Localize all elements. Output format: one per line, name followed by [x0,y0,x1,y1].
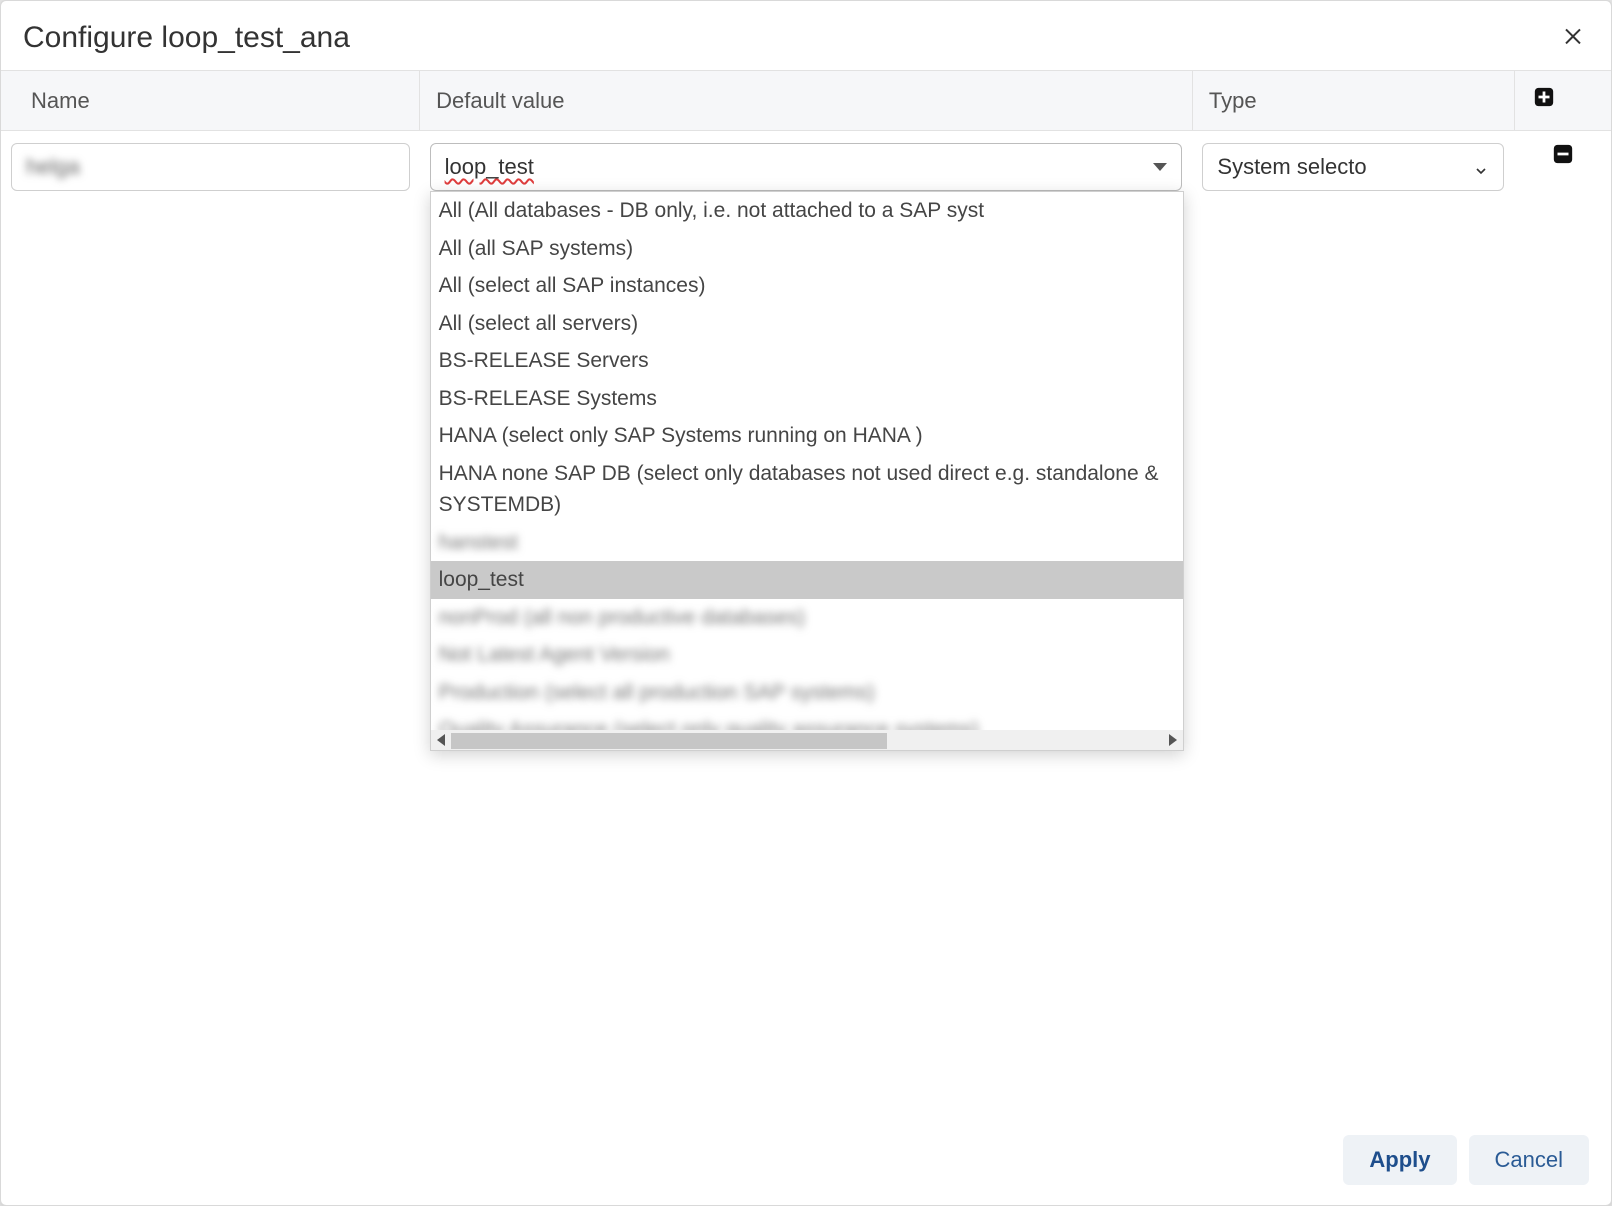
type-select[interactable]: System selecto [1202,143,1504,191]
col-header-name: Name [1,71,420,131]
caret-down-icon [1153,163,1167,171]
dropdown-item[interactable]: All (all SAP systems) [431,230,1184,268]
close-icon [1561,22,1585,53]
dropdown-item[interactable]: Production (select all production SAP sy… [431,674,1184,712]
dropdown-item[interactable]: All (All databases - DB only, i.e. not a… [431,192,1184,230]
minus-icon [1552,143,1574,170]
plus-icon [1533,86,1555,114]
dropdown-item[interactable]: BS-RELEASE Systems [431,380,1184,418]
scroll-left-icon [437,734,445,746]
dropdown-item[interactable]: nonProd (all non productive databases) [431,599,1184,637]
remove-row-button[interactable] [1550,143,1576,169]
col-header-default: Default value [420,71,1193,131]
apply-button[interactable]: Apply [1343,1135,1456,1185]
dropdown-item[interactable]: All (select all servers) [431,305,1184,343]
name-input-wrap[interactable] [11,143,410,191]
chevron-down-icon [1473,159,1489,175]
type-select-text: System selecto [1217,154,1366,180]
name-input[interactable] [26,154,395,180]
dialog-title: Configure loop_test_ana [23,21,350,55]
default-value-dropdown: All (All databases - DB only, i.e. not a… [430,191,1185,751]
dialog-footer: Apply Cancel [1,1121,1611,1205]
dropdown-item[interactable]: hanstest [431,524,1184,562]
table-row: loop_test All (All databases - DB only, … [1,131,1611,204]
dropdown-item[interactable]: HANA (select only SAP Systems running on… [431,417,1184,455]
cancel-button[interactable]: Cancel [1469,1135,1589,1185]
dropdown-horizontal-scrollbar[interactable] [431,730,1184,750]
dropdown-item[interactable]: HANA none SAP DB (select only databases … [431,455,1184,524]
configure-dialog: Configure loop_test_ana Name Default val… [0,0,1612,1206]
dropdown-item[interactable]: BS-RELEASE Servers [431,342,1184,380]
add-row-button[interactable] [1531,87,1557,113]
scroll-thumb[interactable] [451,733,888,749]
close-button[interactable] [1557,19,1589,56]
default-value-combo[interactable]: loop_test [430,143,1183,191]
dropdown-item[interactable]: loop_test [431,561,1184,599]
dialog-header: Configure loop_test_ana [1,1,1611,70]
parameters-table-wrap: Name Default value Type [1,70,1611,1121]
parameters-table: Name Default value Type [1,70,1611,203]
dropdown-item[interactable]: Not Latest Agent Version [431,636,1184,674]
default-value-text: loop_test [445,154,534,180]
col-header-type: Type [1192,71,1514,131]
dropdown-item[interactable]: Quality Assurance (select only quality a… [431,711,1184,730]
dropdown-list[interactable]: All (All databases - DB only, i.e. not a… [431,192,1184,730]
scroll-right-icon [1169,734,1177,746]
col-header-action [1514,71,1611,131]
dropdown-item[interactable]: All (select all SAP instances) [431,267,1184,305]
